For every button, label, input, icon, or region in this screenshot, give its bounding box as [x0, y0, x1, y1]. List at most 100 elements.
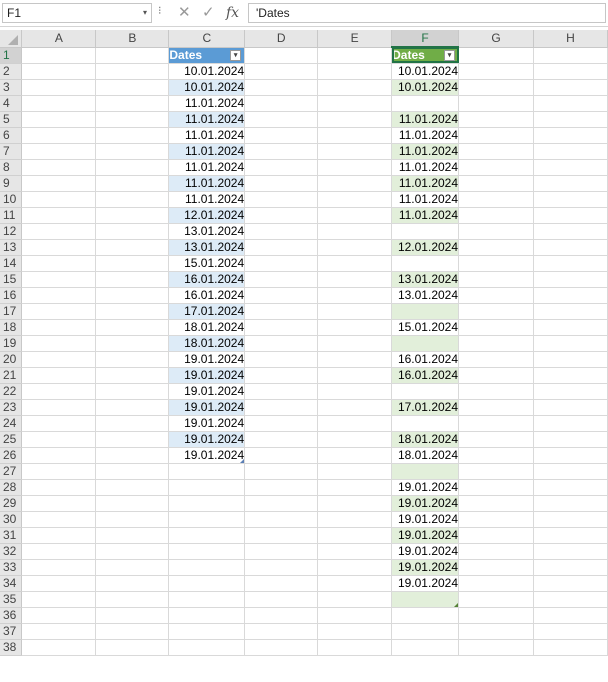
cell-f22[interactable]: [391, 383, 460, 400]
row-header[interactable]: 6: [0, 127, 23, 144]
cell-d30[interactable]: [244, 511, 319, 528]
cell-f2[interactable]: 10.01.2024: [391, 63, 460, 80]
cell-c35[interactable]: [168, 591, 246, 608]
row-header[interactable]: 22: [0, 383, 23, 400]
cell-g13[interactable]: [458, 239, 534, 256]
cell-e16[interactable]: [317, 287, 393, 304]
cell-g37[interactable]: [458, 623, 534, 640]
cell-d1[interactable]: [244, 47, 319, 64]
row-header[interactable]: 13: [0, 239, 23, 256]
cell-c7[interactable]: 11.01.2024: [168, 143, 246, 160]
row-header[interactable]: 24: [0, 415, 23, 432]
cell-a37[interactable]: [21, 623, 97, 640]
cell-h14[interactable]: [533, 255, 608, 272]
filter-dropdown-icon[interactable]: ▾: [230, 49, 242, 61]
cell-f9[interactable]: 11.01.2024: [391, 175, 460, 192]
row-header[interactable]: 31: [0, 527, 23, 544]
cell-h13[interactable]: [533, 239, 608, 256]
cell-d27[interactable]: [244, 463, 319, 480]
cell-h30[interactable]: [533, 511, 608, 528]
cell-g16[interactable]: [458, 287, 534, 304]
cell-c20[interactable]: 19.01.2024: [168, 351, 246, 368]
cell-f15[interactable]: 13.01.2024: [391, 271, 460, 288]
cell-h35[interactable]: [533, 591, 608, 608]
cell-c13[interactable]: 13.01.2024: [168, 239, 246, 256]
cell-b6[interactable]: [95, 127, 170, 144]
cell-c26[interactable]: 19.01.2024: [168, 447, 246, 464]
cell-d35[interactable]: [244, 591, 319, 608]
cell-c27[interactable]: [168, 463, 246, 480]
column-header-h[interactable]: H: [533, 30, 608, 48]
cell-a20[interactable]: [21, 351, 97, 368]
cell-e32[interactable]: [317, 543, 393, 560]
cell-a27[interactable]: [21, 463, 97, 480]
cell-b21[interactable]: [95, 367, 170, 384]
cell-c4[interactable]: 11.01.2024: [168, 95, 246, 112]
cell-d18[interactable]: [244, 319, 319, 336]
cell-c14[interactable]: 15.01.2024: [168, 255, 246, 272]
cell-a22[interactable]: [21, 383, 97, 400]
cell-h28[interactable]: [533, 479, 608, 496]
cell-b3[interactable]: [95, 79, 170, 96]
cell-f24[interactable]: [391, 415, 460, 432]
cell-b27[interactable]: [95, 463, 170, 480]
cell-d7[interactable]: [244, 143, 319, 160]
cell-g28[interactable]: [458, 479, 534, 496]
cell-d11[interactable]: [244, 207, 319, 224]
cell-g33[interactable]: [458, 559, 534, 576]
cell-e22[interactable]: [317, 383, 393, 400]
cell-c10[interactable]: 11.01.2024: [168, 191, 246, 208]
cell-c6[interactable]: 11.01.2024: [168, 127, 246, 144]
cell-a2[interactable]: [21, 63, 97, 80]
cell-h15[interactable]: [533, 271, 608, 288]
cell-d33[interactable]: [244, 559, 319, 576]
cell-d31[interactable]: [244, 527, 319, 544]
cell-b20[interactable]: [95, 351, 170, 368]
cell-g8[interactable]: [458, 159, 534, 176]
cell-h31[interactable]: [533, 527, 608, 544]
cell-a15[interactable]: [21, 271, 97, 288]
cancel-icon[interactable]: ✕: [178, 3, 191, 23]
cell-f5[interactable]: 11.01.2024: [391, 111, 460, 128]
cell-g19[interactable]: [458, 335, 534, 352]
row-header[interactable]: 29: [0, 495, 23, 512]
cell-d34[interactable]: [244, 575, 319, 592]
cell-c29[interactable]: [168, 495, 246, 512]
cell-a32[interactable]: [21, 543, 97, 560]
cell-a34[interactable]: [21, 575, 97, 592]
cell-f38[interactable]: [391, 639, 460, 656]
cell-g29[interactable]: [458, 495, 534, 512]
cell-b15[interactable]: [95, 271, 170, 288]
cell-c18[interactable]: 18.01.2024: [168, 319, 246, 336]
row-header[interactable]: 23: [0, 399, 23, 416]
row-header[interactable]: 1: [0, 47, 23, 64]
column-header-b[interactable]: B: [95, 30, 170, 48]
cell-h10[interactable]: [533, 191, 608, 208]
cell-h27[interactable]: [533, 463, 608, 480]
cell-d21[interactable]: [244, 367, 319, 384]
cell-a23[interactable]: [21, 399, 97, 416]
cell-h16[interactable]: [533, 287, 608, 304]
cell-b11[interactable]: [95, 207, 170, 224]
cell-g18[interactable]: [458, 319, 534, 336]
cell-a11[interactable]: [21, 207, 97, 224]
cell-f25[interactable]: 18.01.2024: [391, 431, 460, 448]
cell-b2[interactable]: [95, 63, 170, 80]
cell-h5[interactable]: [533, 111, 608, 128]
row-header[interactable]: 19: [0, 335, 23, 352]
cell-h32[interactable]: [533, 543, 608, 560]
cell-b25[interactable]: [95, 431, 170, 448]
cell-g12[interactable]: [458, 223, 534, 240]
cell-c15[interactable]: 16.01.2024: [168, 271, 246, 288]
cell-d6[interactable]: [244, 127, 319, 144]
cell-a24[interactable]: [21, 415, 97, 432]
cell-c11[interactable]: 12.01.2024: [168, 207, 246, 224]
cell-b22[interactable]: [95, 383, 170, 400]
cell-e29[interactable]: [317, 495, 393, 512]
insert-function-icon[interactable]: fx: [226, 3, 239, 23]
cell-e34[interactable]: [317, 575, 393, 592]
cell-h17[interactable]: [533, 303, 608, 320]
formula-input[interactable]: 'Dates: [248, 3, 606, 23]
cell-a21[interactable]: [21, 367, 97, 384]
filter-dropdown-icon[interactable]: ▾: [444, 50, 456, 61]
